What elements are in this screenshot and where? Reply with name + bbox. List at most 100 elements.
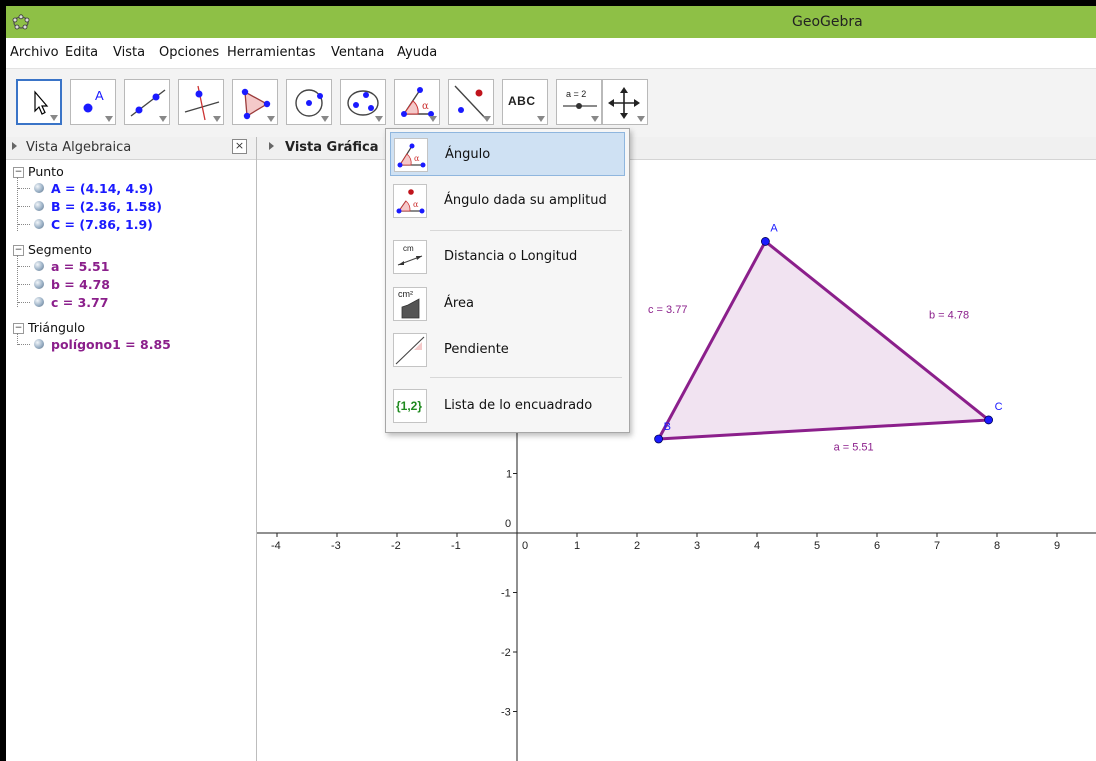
algebra-view-title: Vista Algebraica	[26, 140, 132, 155]
segment-a-label: a = 5.51	[834, 441, 874, 453]
x-tick-label: -2	[391, 540, 401, 552]
algebra-item-segment-b[interactable]: b = 4.78	[51, 277, 110, 292]
menu-item-angle-given-size[interactable]: α Ángulo dada su amplitud	[390, 179, 625, 223]
menu-separator	[430, 377, 622, 378]
svg-text:α: α	[414, 154, 420, 163]
menu-item-angle-given-size-label: Ángulo dada su amplitud	[444, 193, 607, 208]
visibility-toggle[interactable]	[34, 219, 44, 229]
segment-c-label: c = 3.77	[648, 304, 687, 316]
svg-text:α: α	[413, 200, 419, 209]
tool-menu-arrow-icon	[50, 115, 58, 121]
menu-item-angle[interactable]: α Ángulo	[390, 132, 625, 176]
group-punto-label: Punto	[28, 164, 64, 179]
menu-opciones[interactable]: Opciones	[159, 45, 219, 60]
angle-icon: α	[394, 138, 428, 172]
tool-menu-arrow-icon	[375, 116, 383, 122]
tool-menu-arrow-icon	[267, 116, 275, 122]
visibility-toggle[interactable]	[34, 339, 44, 349]
menu-item-distance[interactable]: cm Distancia o Longitud	[390, 235, 625, 279]
tool-menu-arrow-icon	[591, 116, 599, 122]
tool-menu-arrow-icon	[105, 116, 113, 122]
circle-tool-button[interactable]	[286, 79, 332, 125]
list-icon-label: {1,2}	[396, 399, 423, 413]
slider-tool-button[interactable]: a = 2	[556, 79, 602, 125]
tree-branch	[18, 284, 30, 285]
visibility-toggle[interactable]	[34, 183, 44, 193]
move-tool-button[interactable]	[16, 79, 62, 125]
algebra-item-segment-c[interactable]: c = 3.77	[51, 295, 108, 310]
collapse-segmento-icon[interactable]: −	[13, 245, 24, 256]
menu-edita[interactable]: Edita	[65, 45, 98, 60]
y-tick-label: -2	[501, 647, 511, 659]
menu-item-list-label: Lista de lo encuadrado	[444, 398, 593, 413]
x-tick-label: 8	[994, 540, 1000, 552]
visibility-toggle[interactable]	[34, 201, 44, 211]
menu-separator	[430, 230, 622, 231]
x-tick-label: 4	[754, 540, 760, 552]
menu-vista[interactable]: Vista	[113, 45, 145, 60]
visibility-toggle[interactable]	[34, 297, 44, 307]
graphics-view-title: Vista Gráfica	[285, 140, 379, 155]
move-view-tool-button[interactable]	[602, 79, 648, 125]
menu-archivo[interactable]: Archivo	[10, 45, 59, 60]
x-tick-label: 7	[934, 540, 940, 552]
point-a-label: A	[770, 222, 778, 234]
tree-branch	[18, 224, 30, 225]
y-tick-label: -1	[501, 588, 511, 600]
group-segmento-label: Segmento	[28, 242, 92, 257]
conic-tool-button[interactable]	[340, 79, 386, 125]
svg-text:A: A	[95, 88, 104, 103]
tree-line	[17, 255, 18, 307]
perpendicular-tool-button[interactable]	[178, 79, 224, 125]
x-tick-label: 5	[814, 540, 820, 552]
algebra-item-a-point[interactable]: A = (4.14, 4.9)	[51, 181, 153, 196]
algebra-item-b-point[interactable]: B = (2.36, 1.58)	[51, 199, 162, 214]
algebra-item-segment-a[interactable]: a = 5.51	[51, 259, 109, 274]
text-tool-button[interactable]: ABC	[502, 79, 548, 125]
point-tool-button[interactable]: A	[70, 79, 116, 125]
angle-tool-button[interactable]: α	[394, 79, 440, 125]
tool-menu-arrow-icon	[159, 116, 167, 122]
menu-item-distance-label: Distancia o Longitud	[444, 249, 578, 264]
x-tick-label: 1	[574, 540, 580, 552]
collapse-triangulo-icon[interactable]: −	[13, 323, 24, 334]
visibility-toggle[interactable]	[34, 261, 44, 271]
menu-item-area[interactable]: cm² Área	[390, 282, 625, 326]
collapse-punto-icon[interactable]: −	[13, 167, 24, 178]
x-tick-label: -4	[271, 540, 281, 552]
x-tick-label: -3	[331, 540, 341, 552]
x-tick-label: -1	[451, 540, 461, 552]
close-algebra-view-button[interactable]: ×	[232, 139, 247, 154]
menu-item-list[interactable]: {1,2} Lista de lo encuadrado	[390, 384, 625, 428]
line-tool-button[interactable]	[124, 79, 170, 125]
tool-menu-arrow-icon	[537, 116, 545, 122]
group-triangulo-label: Triángulo	[28, 320, 85, 335]
algebra-item-polygon[interactable]: polígono1 = 8.85	[51, 337, 171, 352]
triangle-polygon[interactable]	[658, 241, 989, 439]
y-tick-label: 1	[506, 469, 512, 481]
point-b[interactable]	[654, 434, 664, 444]
tool-menu-arrow-icon	[213, 116, 221, 122]
reflect-tool-button[interactable]	[448, 79, 494, 125]
graphics-canvas[interactable]: -4 -3 -2 -1 0 1 2 3 4 5 6 7 8 910-1-2-3a = 5.51b = 4.…	[257, 159, 1096, 761]
area-icon-label: cm²	[398, 289, 413, 299]
x-tick-label: 9	[1054, 540, 1060, 552]
menu-herramientas[interactable]: Herramientas	[227, 45, 316, 60]
angle-tools-dropdown: α Ángulo α Ángulo dada su amplitud cm Di…	[385, 128, 630, 433]
y-tick-label: -3	[501, 707, 511, 719]
tool-menu-arrow-icon	[483, 116, 491, 122]
collapse-arrow-icon[interactable]	[12, 142, 17, 150]
polygon-tool-button[interactable]	[232, 79, 278, 125]
point-a[interactable]	[760, 237, 770, 246]
collapse-arrow-icon[interactable]	[269, 142, 274, 150]
visibility-toggle[interactable]	[34, 279, 44, 289]
area-icon: cm²	[393, 287, 427, 321]
menu-item-slope[interactable]: Pendiente	[390, 328, 625, 372]
algebra-item-c-point[interactable]: C = (7.86, 1.9)	[51, 217, 153, 232]
x-tick-label: 6	[874, 540, 880, 552]
point-c[interactable]	[984, 415, 993, 425]
graphics-view[interactable]: Vista Gráfica -4 -3 -2 -1 0 1 2 3 4 5 6 7 8 9 1 0 -1 -2 -3…	[257, 137, 1096, 761]
menu-ventana[interactable]: Ventana	[331, 45, 384, 60]
menu-ayuda[interactable]: Ayuda	[397, 45, 437, 60]
algebra-view: Vista Algebraica × − Punto A = (4.14, 4.…	[6, 137, 257, 761]
